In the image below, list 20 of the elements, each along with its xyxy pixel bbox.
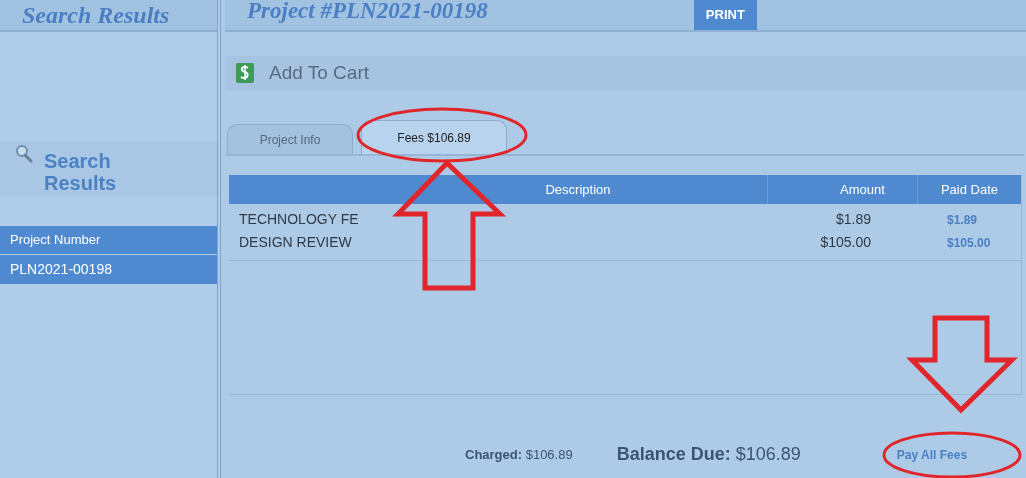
charged-total: Charged: $106.89 <box>465 445 573 464</box>
section-title: Search Results <box>44 149 118 194</box>
column-header: Amount <box>767 175 917 204</box>
table-cell-text: $1.89 <box>834 210 872 229</box>
add-to-cart-link[interactable]: Add To Cart <box>269 58 369 88</box>
tab[interactable]: Fees $106.89 <box>361 120 507 154</box>
tab[interactable]: Project Info <box>227 124 353 154</box>
column-header: Project Number <box>0 226 217 254</box>
column-header: Description <box>544 180 612 199</box>
project-title: Project #PLN2021-00198 <box>247 0 488 25</box>
table-cell-text: $105.00 <box>819 233 872 252</box>
sidebar-title: Search Results <box>22 1 170 30</box>
column-header: Paid Date <box>917 175 1021 204</box>
print-button[interactable]: PRINT <box>693 0 757 30</box>
result-row[interactable]: PLN2021-00198 <box>0 255 217 284</box>
table-cell-text: $105.00 <box>946 234 992 252</box>
table-cell-text: DESIGN REVIEW <box>238 233 353 252</box>
table-cell-text: $1.89 <box>946 211 979 229</box>
table-cell-text: TECHNOLOGY FE <box>238 210 360 229</box>
balance-due: Balance Due: $106.89 <box>616 443 801 466</box>
